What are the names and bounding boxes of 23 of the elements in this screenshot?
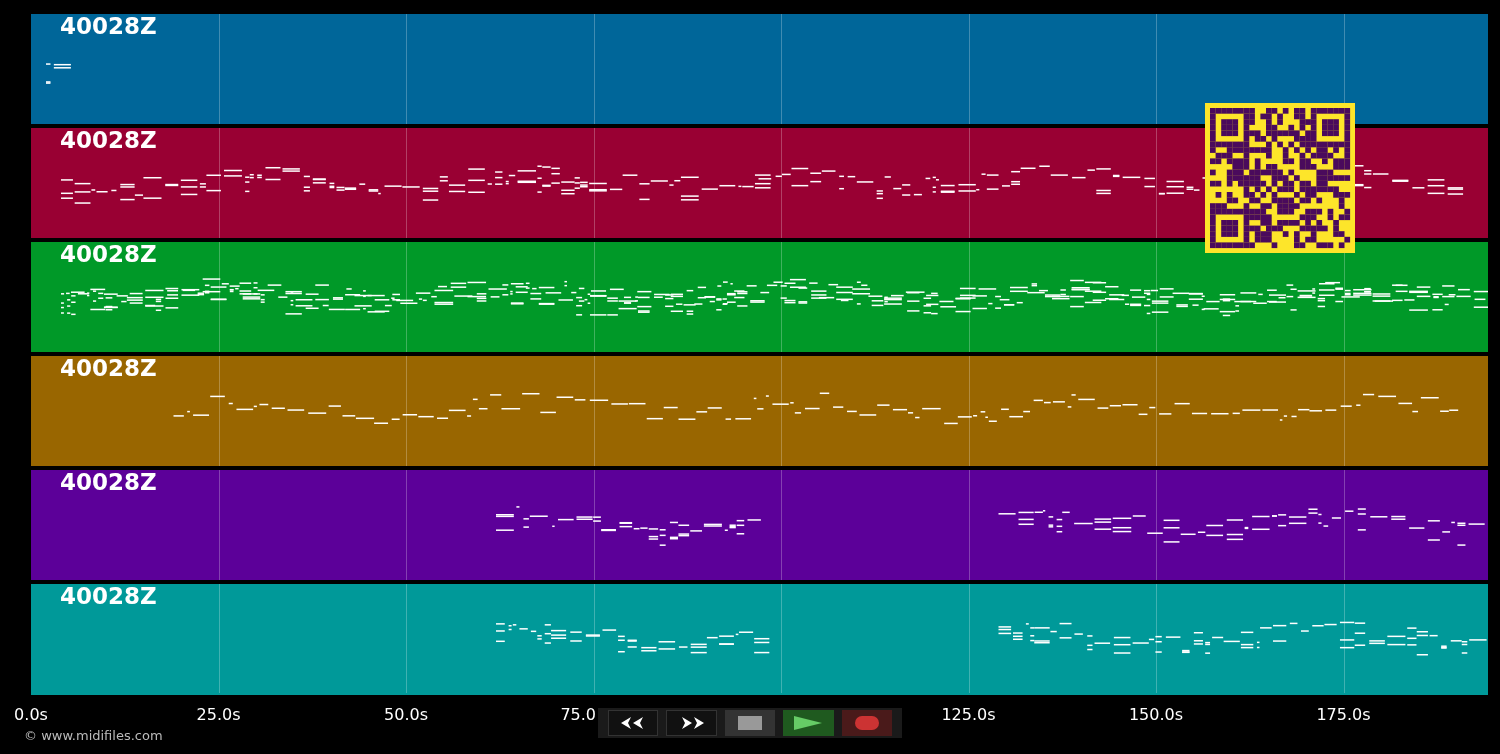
track-label: 40028Z <box>60 242 157 269</box>
time-tick-label: 0.0s <box>14 704 48 726</box>
forward-button[interactable] <box>666 710 717 736</box>
copyright-text: © www.midifiles.com <box>24 727 163 745</box>
record-button[interactable] <box>841 710 892 736</box>
qr-code-icon <box>1205 103 1355 253</box>
track-label: 40028Z <box>60 356 157 383</box>
rewind-button[interactable] <box>608 710 659 736</box>
time-tick-label: 50.0s <box>384 704 428 726</box>
time-tick-label: 125.0s <box>941 704 996 726</box>
track-label: 40028Z <box>60 470 157 497</box>
stop-button[interactable] <box>724 710 776 736</box>
time-tick-label: 75.0 <box>560 704 596 726</box>
time-tick-label: 25.0s <box>196 704 241 726</box>
time-tick-label: 175.0s <box>1316 704 1371 726</box>
play-button[interactable] <box>783 710 834 736</box>
track-label: 40028Z <box>60 128 157 155</box>
stop-icon <box>738 716 763 730</box>
note-pattern-drawing <box>46 63 71 84</box>
track-label: 40028Z <box>60 584 157 611</box>
record-icon <box>854 716 879 730</box>
time-tick-label: 150.0s <box>1128 704 1184 726</box>
track-label: 40028Z <box>60 14 157 41</box>
